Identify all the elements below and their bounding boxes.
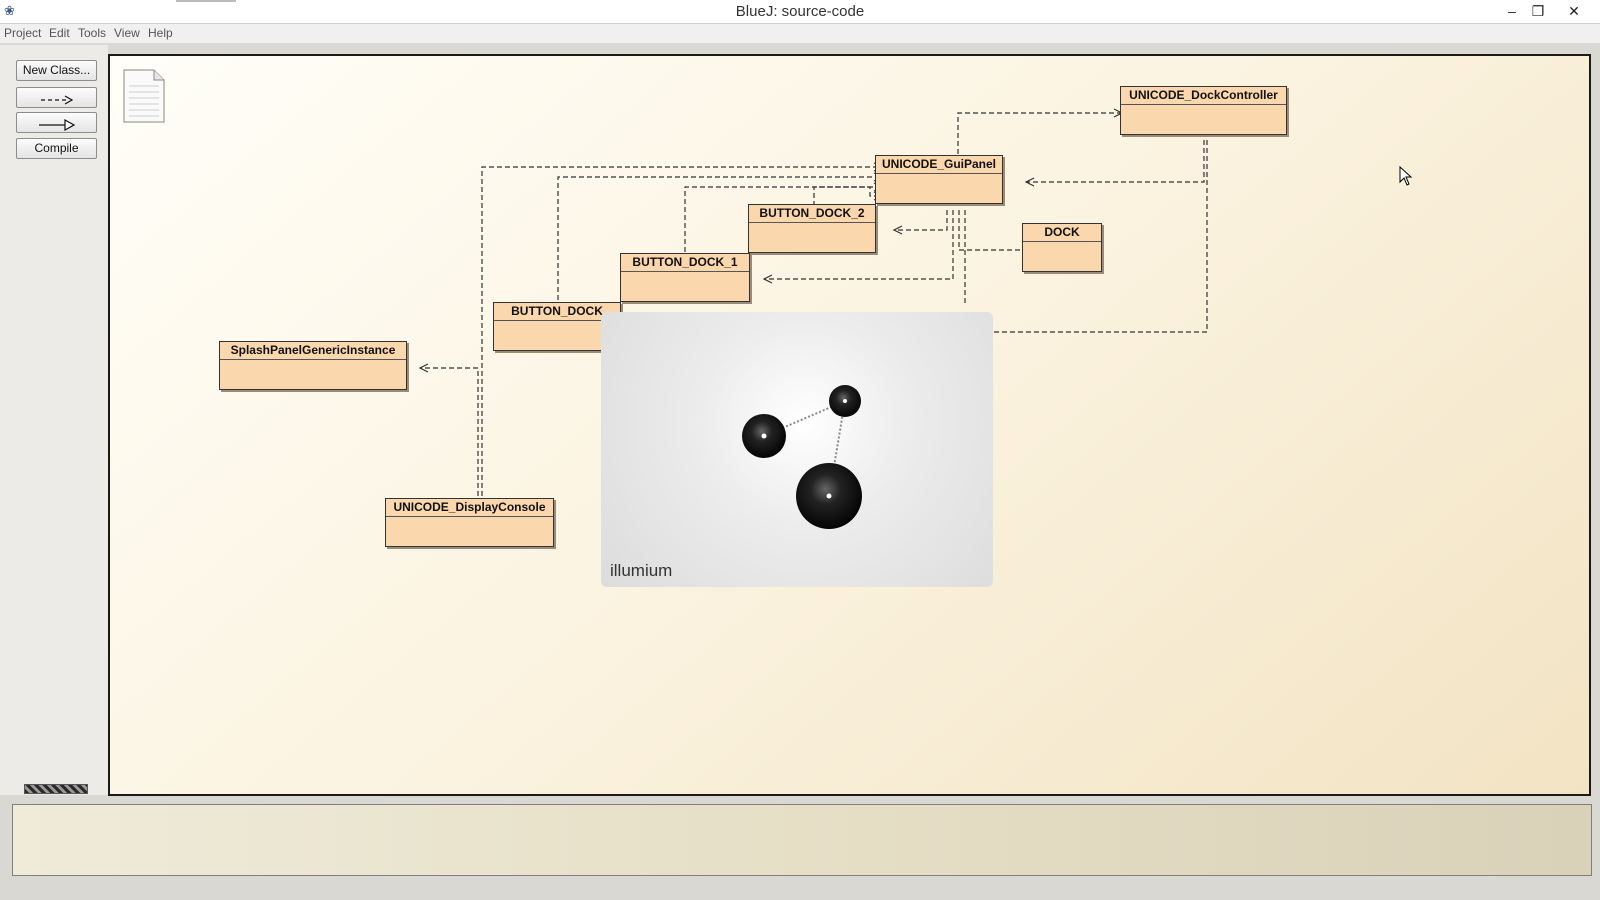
class-name: UNICODE_GuiPanel	[876, 156, 1002, 174]
close-button[interactable]: ✕	[1560, 1, 1588, 21]
window-title: BlueJ: source-code	[735, 3, 865, 20]
splash-label: illumium	[610, 561, 673, 580]
menu-view[interactable]: View	[114, 26, 140, 40]
class-name: BUTTON_DOCK_2	[749, 205, 875, 223]
menu-bar: Project Edit Tools View Help	[0, 24, 1600, 44]
menu-help[interactable]: Help	[148, 26, 173, 40]
menu-tools[interactable]: Tools	[78, 26, 106, 40]
terminal-panel[interactable]	[12, 804, 1592, 876]
class-splashpanelgenericinstance[interactable]: SplashPanelGenericInstance	[219, 341, 407, 390]
class-unicode-displayconsole[interactable]: UNICODE_DisplayConsole	[385, 498, 554, 547]
class-button-dock-2[interactable]: BUTTON_DOCK_2	[748, 204, 876, 253]
class-name: BUTTON_DOCK_1	[621, 254, 749, 272]
menu-project[interactable]: Project	[4, 26, 41, 40]
class-name: DOCK	[1023, 224, 1101, 242]
uses-arrow-button[interactable]	[16, 87, 97, 108]
splash-overlay: illumium	[601, 312, 993, 587]
class-name: UNICODE_DockController	[1121, 87, 1286, 105]
title-bar: ❀ BlueJ: source-code – ❐ ✕	[0, 0, 1600, 24]
class-dock[interactable]: DOCK	[1022, 223, 1102, 272]
menu-edit[interactable]: Edit	[49, 26, 70, 40]
inherit-arrow-button[interactable]	[16, 112, 97, 133]
class-diagram-canvas[interactable]: UNICODE_DockController UNICODE_GuiPanel …	[108, 54, 1591, 796]
tool-panel: New Class... Compile	[0, 45, 108, 795]
new-class-button[interactable]: New Class...	[16, 60, 97, 81]
dashed-arrow-icon	[40, 94, 73, 105]
class-unicode-dockcontroller[interactable]: UNICODE_DockController	[1120, 86, 1287, 135]
class-button-dock-1[interactable]: BUTTON_DOCK_1	[620, 253, 750, 302]
class-name: UNICODE_DisplayConsole	[386, 499, 553, 517]
compile-button[interactable]: Compile	[16, 138, 97, 159]
restore-button[interactable]: ❐	[1524, 1, 1552, 21]
machine-progress-indicator	[24, 784, 88, 794]
molecule-logo-icon	[742, 385, 862, 529]
class-unicode-guipanel[interactable]: UNICODE_GuiPanel	[875, 155, 1003, 204]
solid-arrow-icon	[38, 118, 75, 131]
title-divider	[176, 0, 236, 2]
minimize-button[interactable]: –	[1498, 1, 1526, 21]
class-name: SplashPanelGenericInstance	[220, 342, 406, 360]
mouse-cursor-icon	[1399, 166, 1413, 186]
